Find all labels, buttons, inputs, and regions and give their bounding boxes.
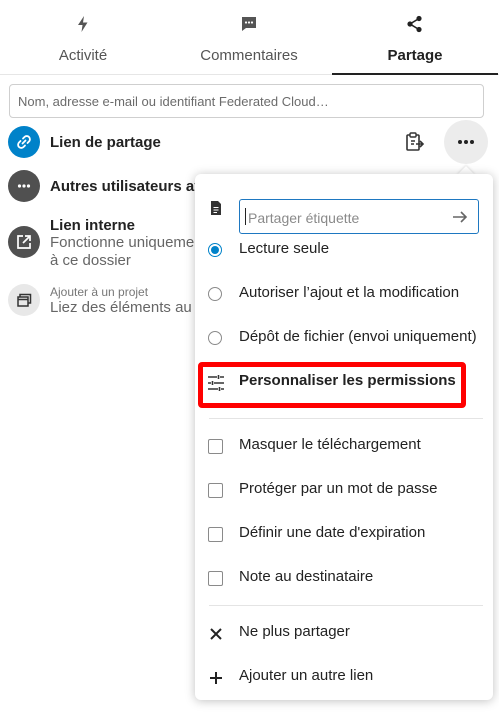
menu-divider	[209, 418, 483, 419]
note-icon	[211, 201, 221, 215]
arrow-right-icon[interactable]	[451, 208, 469, 226]
add-project-subtitle: Liez des éléments au	[50, 299, 192, 316]
tab-sharing[interactable]: Partage	[332, 0, 498, 75]
internal-link-title: Lien interne	[50, 217, 136, 234]
radio-file-drop[interactable]	[208, 331, 222, 345]
active-tab-indicator	[332, 73, 498, 75]
permission-read-only[interactable]: Lecture seule	[195, 228, 493, 272]
tab-sharing-label: Partage	[387, 47, 443, 64]
option-note[interactable]: Note au destinataire	[195, 556, 493, 600]
more-icon	[17, 184, 31, 188]
internal-link-avatar	[8, 226, 40, 258]
internal-link-subtitle-2: à ce dossier	[50, 252, 131, 269]
custom-permissions-label: Personnaliser les permissions	[239, 372, 456, 389]
other-users-avatar	[8, 170, 40, 202]
external-link-icon	[17, 235, 31, 249]
close-icon	[210, 628, 222, 640]
copy-link-icon[interactable]	[405, 131, 425, 153]
tab-activity[interactable]: Activité	[0, 0, 166, 74]
plus-icon	[210, 672, 222, 684]
checkbox-note[interactable]	[208, 571, 223, 586]
option-expiration[interactable]: Définir une date d'expiration	[195, 512, 493, 556]
share-actions-menu-button[interactable]	[444, 120, 488, 164]
share-link-title: Lien de partage	[50, 134, 161, 151]
menu-divider	[209, 605, 483, 606]
tune-icon	[208, 375, 224, 391]
permission-upload-edit-label: Autoriser l’ajout et la modification	[239, 284, 460, 301]
project-avatar	[8, 284, 40, 316]
option-note-label: Note au destinataire	[239, 568, 374, 585]
internal-link-subtitle: Fonctionne uniquement	[50, 234, 207, 251]
link-icon	[17, 135, 31, 149]
unshare-item[interactable]: Ne plus partager	[195, 611, 493, 655]
dot	[458, 140, 462, 144]
dot	[464, 140, 468, 144]
tab-comments-label: Commentaires	[200, 47, 298, 64]
tab-activity-label: Activité	[58, 47, 108, 64]
checkbox-hide-download[interactable]	[208, 439, 223, 454]
share-icon	[407, 15, 422, 33]
custom-permissions-item[interactable]: Personnaliser les permissions	[195, 360, 493, 404]
sidebar-tabs: Activité Commentaires Partage	[0, 0, 499, 75]
comment-icon	[242, 17, 256, 31]
share-search-input[interactable]	[9, 84, 484, 118]
option-expiration-label: Définir une date d'expiration	[239, 524, 426, 541]
add-link-item[interactable]: Ajouter un autre lien	[195, 655, 493, 699]
share-label-item	[195, 184, 493, 235]
share-link-avatar	[8, 126, 40, 158]
option-password-label: Protéger par un mot de passe	[239, 480, 438, 497]
option-hide-download[interactable]: Masquer le téléchargement	[195, 424, 493, 468]
checkbox-expiration[interactable]	[208, 527, 223, 542]
add-link-label: Ajouter un autre lien	[239, 667, 374, 684]
permission-upload-edit[interactable]: Autoriser l’ajout et la modification	[195, 272, 493, 316]
permission-read-only-label: Lecture seule	[239, 240, 330, 257]
radio-upload-edit[interactable]	[208, 287, 222, 301]
option-hide-download-label: Masquer le téléchargement	[239, 436, 421, 453]
share-actions-menu: Lecture seule Autoriser l’ajout et la mo…	[195, 174, 493, 700]
checkbox-password[interactable]	[208, 483, 223, 498]
permission-file-drop[interactable]: Dépôt de fichier (envoi uniquement)	[195, 316, 493, 360]
activity-icon	[78, 16, 88, 32]
tab-comments[interactable]: Commentaires	[166, 0, 332, 74]
dot	[470, 140, 474, 144]
radio-read-only[interactable]	[208, 243, 222, 257]
permission-file-drop-label: Dépôt de fichier (envoi uniquement)	[239, 328, 477, 345]
add-project-label: Ajouter à un projet	[50, 285, 149, 299]
option-password[interactable]: Protéger par un mot de passe	[195, 468, 493, 512]
unshare-label: Ne plus partager	[239, 623, 350, 640]
project-icon	[17, 293, 32, 307]
